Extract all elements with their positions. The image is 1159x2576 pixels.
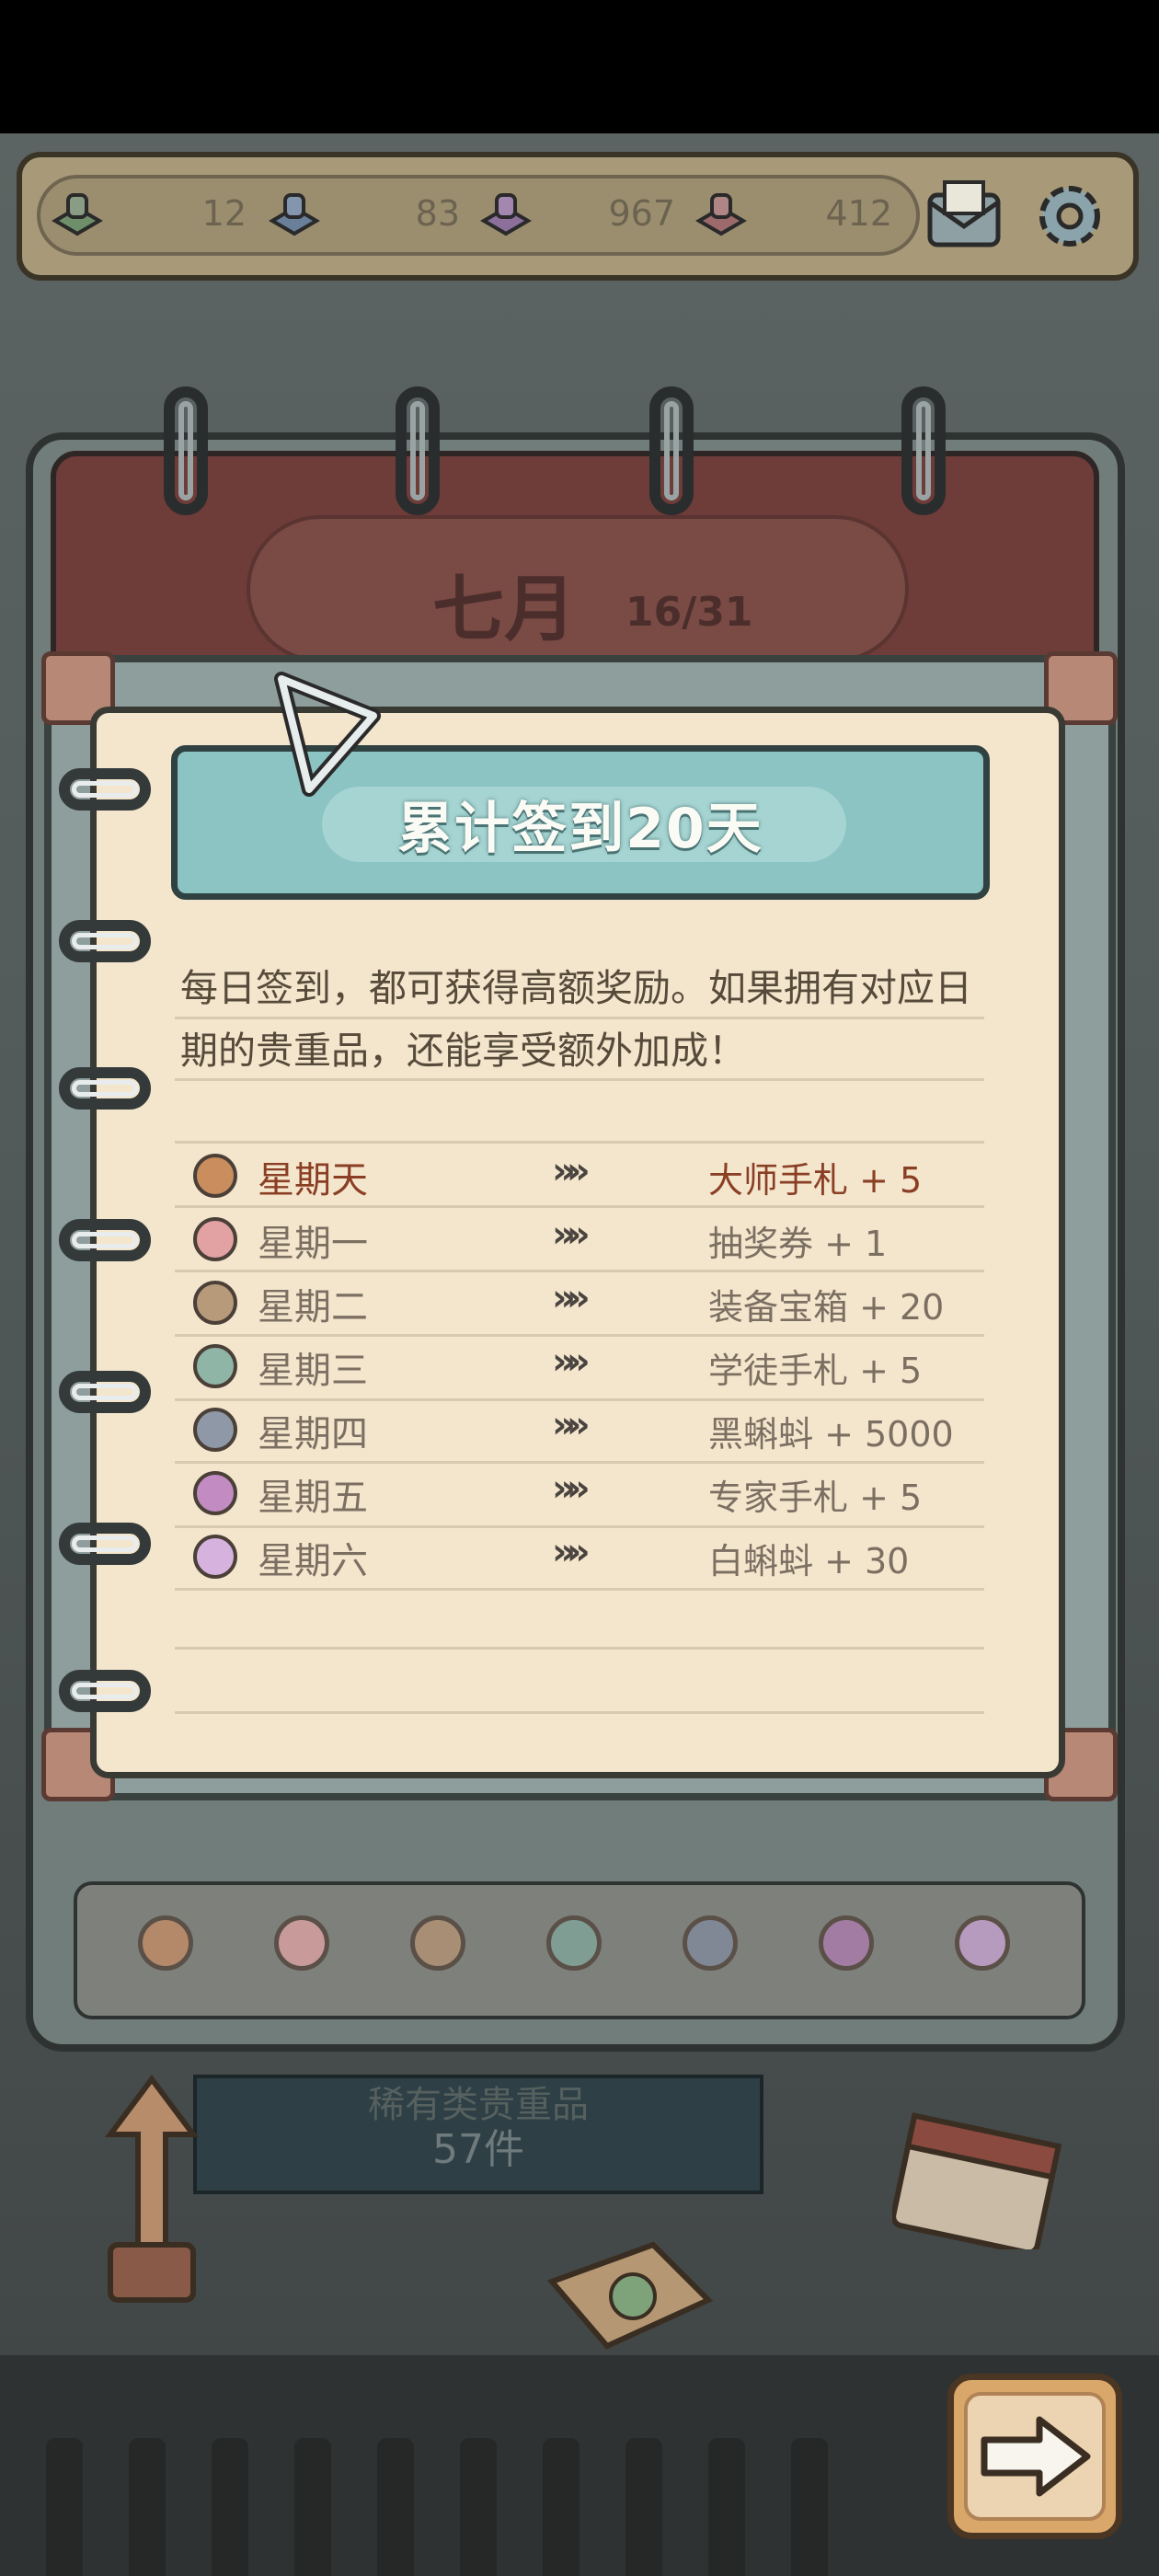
notebook-line (175, 1647, 984, 1650)
reward-row-sunday: 星期天 »» 大师手札 + 5 (175, 1144, 984, 1205)
binder-ring (396, 386, 440, 515)
reward-day: 星期三 (258, 1350, 368, 1392)
reward-value: 专家手札 + 5 (708, 1478, 923, 1518)
fence-post (543, 2438, 580, 2576)
apprentice-notes-icon (193, 1344, 237, 1388)
black-tadpole-icon (193, 1408, 237, 1452)
resource-purple-count: 967 (608, 193, 675, 234)
reward-row-monday: 星期一 »» 抽奖券 + 1 (175, 1208, 984, 1269)
map-scroll-icon[interactable] (543, 2236, 717, 2355)
double-chevron-icon: »» (552, 1277, 591, 1319)
notebook-line (175, 1078, 984, 1081)
fence-post (294, 2438, 331, 2576)
month-badge (247, 515, 909, 662)
white-tadpole-icon (193, 1535, 237, 1579)
equipment-chest-icon (193, 1281, 237, 1325)
notebook-spiral (59, 768, 151, 811)
resource-red-count: 412 (825, 193, 892, 234)
weekday-icon (683, 1915, 738, 1971)
notebook-spiral (59, 920, 151, 962)
red-pawn-icon (692, 184, 751, 243)
status-bar (0, 0, 1159, 133)
notebook-line (175, 1141, 984, 1144)
mail-icon[interactable] (924, 177, 1004, 254)
binder-ring (164, 386, 208, 515)
notebook-line (175, 1588, 984, 1591)
binder-ring (649, 386, 694, 515)
double-chevron-icon: »» (552, 1531, 591, 1573)
arrow-totem-icon (83, 2070, 221, 2309)
master-notes-icon (193, 1154, 237, 1198)
reward-row-friday: 星期五 »» 专家手札 + 5 (175, 1462, 984, 1523)
reward-day: 星期五 (258, 1477, 368, 1519)
reward-value: 大师手札 + 5 (708, 1160, 923, 1201)
collection-count: 57件 (432, 2126, 524, 2173)
reward-value: 装备宝箱 + 20 (708, 1287, 945, 1328)
reward-row-wednesday: 星期三 »» 学徒手札 + 5 (175, 1335, 984, 1396)
weekday-icon (274, 1915, 329, 1971)
double-chevron-icon: »» (552, 1340, 591, 1383)
green-pawn-icon (48, 184, 107, 243)
month-label: 七月 (432, 569, 577, 651)
reward-day: 星期一 (258, 1223, 368, 1265)
fence-post (708, 2438, 745, 2576)
weekday-icon (955, 1915, 1010, 1971)
reward-value: 学徒手札 + 5 (708, 1351, 923, 1391)
weekday-icon (138, 1915, 193, 1971)
weekday-icon (819, 1915, 874, 1971)
paper-clip-icon (263, 661, 383, 799)
notebook-spiral (59, 1670, 151, 1712)
notebook-spiral (59, 1523, 151, 1565)
gear-icon[interactable] (1028, 175, 1111, 258)
reward-value: 黑蝌蚪 + 5000 (708, 1414, 954, 1455)
notebook-line (175, 1711, 984, 1714)
arrow-right-icon[interactable] (975, 2410, 1095, 2502)
reward-row-thursday: 星期四 »» 黑蝌蚪 + 5000 (175, 1398, 984, 1459)
weekday-icon (546, 1915, 602, 1971)
month-progress: 16/31 (625, 589, 753, 636)
card-description: 每日签到，都可获得高额奖励。如果拥有对应日期的贵重品，还能享受额外加成！ (180, 966, 972, 1073)
resource-green-count: 12 (201, 193, 247, 234)
reward-value: 白蝌蚪 + 30 (708, 1541, 910, 1581)
reward-day: 星期四 (258, 1413, 368, 1455)
double-chevron-icon: »» (552, 1213, 591, 1256)
reward-value: 抽奖券 + 1 (708, 1224, 888, 1264)
reward-day: 星期二 (258, 1286, 368, 1328)
expert-notes-icon (193, 1471, 237, 1515)
fence-post (129, 2438, 166, 2576)
resource-blue-count: 83 (415, 193, 460, 234)
fence-post (625, 2438, 662, 2576)
purple-pawn-icon (476, 184, 535, 243)
binder-ring (901, 386, 946, 515)
double-chevron-icon: »» (552, 1150, 591, 1192)
notebook-spiral (59, 1067, 151, 1110)
reward-day: 星期天 (258, 1159, 368, 1202)
weekday-icon (410, 1915, 465, 1971)
desk-calendar-icon[interactable] (890, 2102, 1076, 2256)
reward-row-tuesday: 星期二 »» 装备宝箱 + 20 (175, 1271, 984, 1332)
fence-post (377, 2438, 414, 2576)
notebook-line (175, 1017, 984, 1019)
fence-post (791, 2438, 828, 2576)
fence-post (460, 2438, 497, 2576)
lottery-ticket-icon (193, 1217, 237, 1261)
double-chevron-icon: »» (552, 1404, 591, 1446)
notebook-spiral (59, 1219, 151, 1261)
double-chevron-icon: »» (552, 1467, 591, 1510)
fence-post (212, 2438, 248, 2576)
reward-day: 星期六 (258, 1540, 368, 1582)
notebook-spiral (59, 1371, 151, 1413)
reward-row-saturday: 星期六 »» 白蝌蚪 + 30 (175, 1525, 984, 1586)
blue-pawn-icon (265, 184, 324, 243)
fence-post (46, 2438, 83, 2576)
